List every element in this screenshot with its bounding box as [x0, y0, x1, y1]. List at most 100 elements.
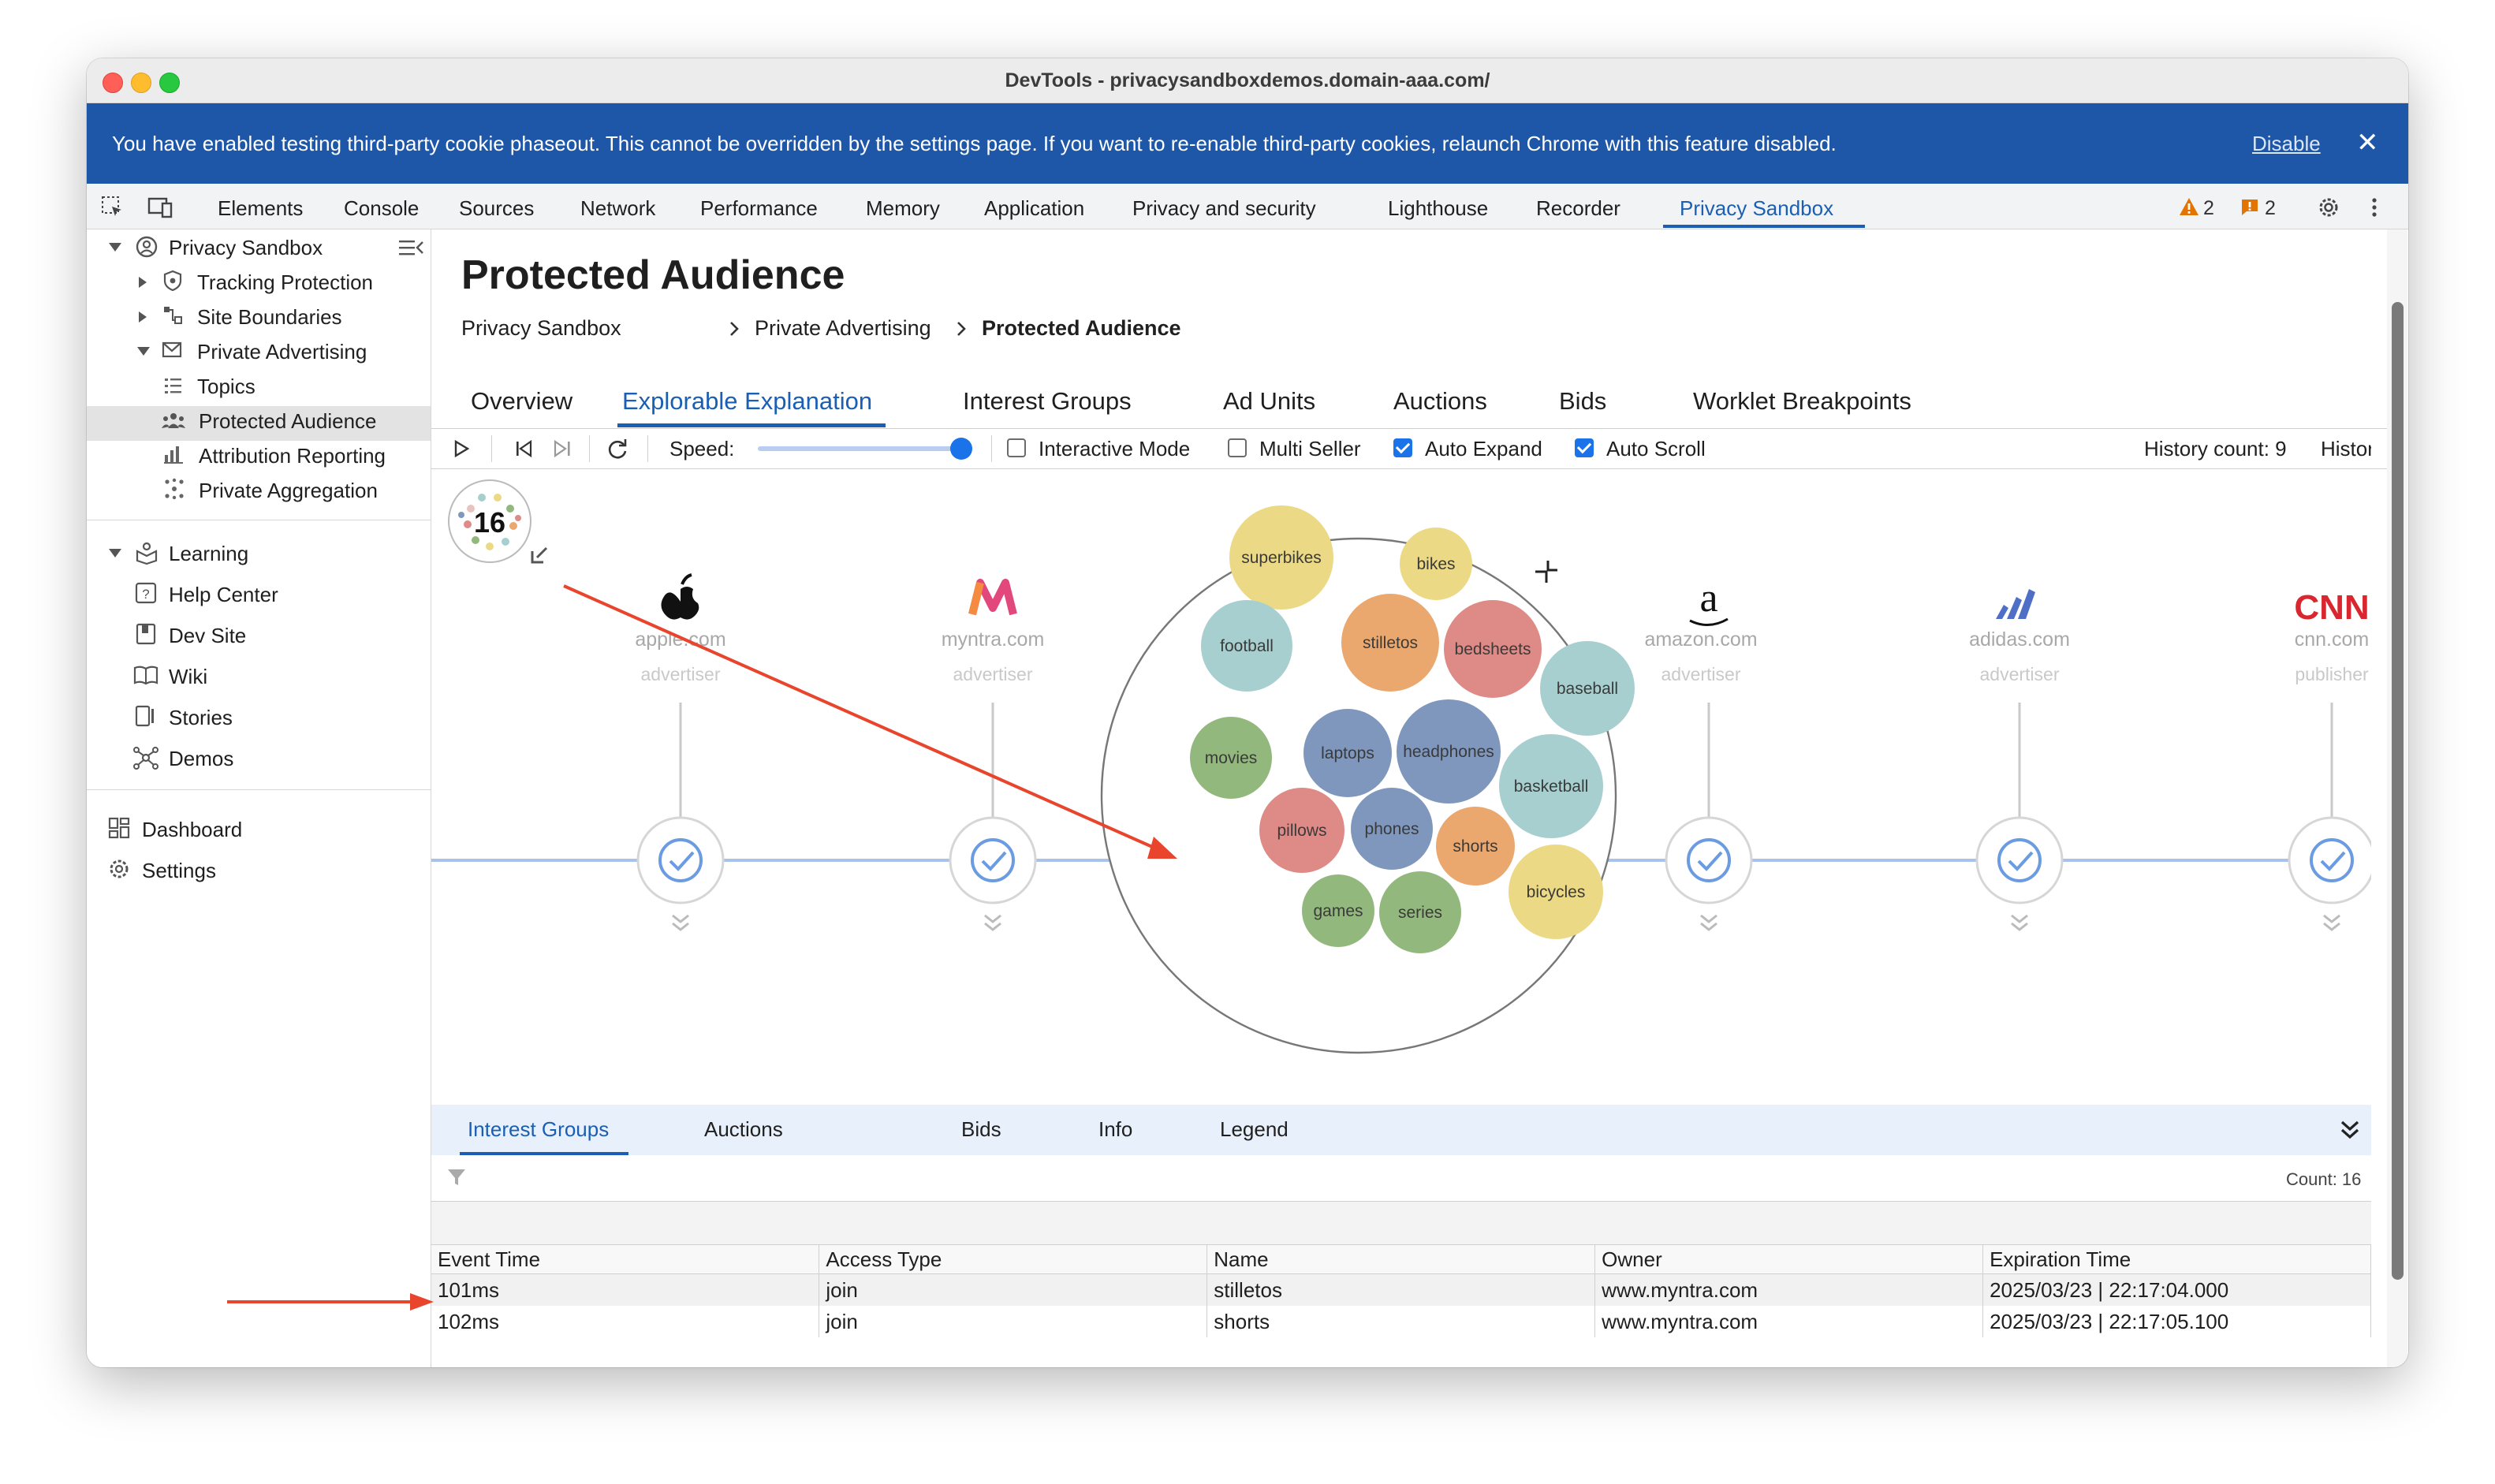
filter-icon[interactable]	[446, 1166, 468, 1188]
sidebar-item-attribution-reporting[interactable]: Attribution Reporting	[199, 444, 386, 468]
disable-link[interactable]: Disable	[2252, 132, 2321, 156]
interest-bubble[interactable]: bicycles	[1509, 845, 1603, 939]
step-back-icon[interactable]	[513, 438, 535, 459]
tab-bids[interactable]: Bids	[1559, 387, 1606, 416]
sidebar-item-dashboard[interactable]: Dashboard	[142, 818, 242, 842]
column-header[interactable]: Expiration Time	[1982, 1245, 2371, 1274]
tab-recorder[interactable]: Recorder	[1536, 196, 1620, 221]
table-row[interactable]: 102ms join shorts www.myntra.com 2025/03…	[431, 1306, 2371, 1337]
issues-count[interactable]: 2	[2265, 197, 2276, 220]
inspect-element-icon[interactable]	[99, 194, 126, 221]
tab-elements[interactable]: Elements	[218, 196, 303, 221]
speed-slider-thumb[interactable]	[950, 438, 972, 460]
sidebar-item-privacy-sandbox[interactable]: Privacy Sandbox	[169, 236, 323, 260]
warning-icon[interactable]	[2178, 196, 2200, 218]
interest-bubble-chart[interactable]: superbikes bikes football stilletos bedsheet…	[1100, 505, 1635, 1054]
scrollbar-thumb[interactable]	[2392, 302, 2404, 1280]
sidebar-item-help-center[interactable]: Help Center	[169, 583, 278, 607]
tab-memory[interactable]: Memory	[866, 196, 940, 221]
interest-bubble[interactable]: movies	[1190, 717, 1272, 799]
sidebar-item-dev-site[interactable]: Dev Site	[169, 624, 246, 648]
interest-bubble[interactable]: phones	[1351, 788, 1433, 870]
collapse-triangle-icon[interactable]	[136, 345, 151, 357]
tab-network[interactable]: Network	[580, 196, 655, 221]
device-toolbar-icon[interactable]	[147, 194, 173, 221]
sidebar-item-private-advertising[interactable]: Private Advertising	[197, 340, 367, 364]
sidebar-item-settings[interactable]: Settings	[142, 859, 216, 883]
sidebar-item-protected-audience[interactable]: Protected Audience	[199, 409, 377, 434]
auto-scroll-label[interactable]: Auto Scroll	[1606, 437, 1706, 461]
tab-sources[interactable]: Sources	[459, 196, 534, 221]
issues-icon[interactable]	[2240, 197, 2260, 218]
site-apple[interactable]: apple.com advertiser	[635, 573, 726, 931]
tab-privacy-and-security[interactable]: Privacy and security	[1132, 196, 1316, 221]
sidebar-item-demos[interactable]: Demos	[169, 747, 233, 771]
reset-icon[interactable]	[605, 437, 630, 462]
warning-count[interactable]: 2	[2203, 197, 2214, 220]
interest-bubble[interactable]: superbikes	[1229, 505, 1333, 610]
tab-privacy-sandbox[interactable]: Privacy Sandbox	[1680, 196, 1833, 221]
tab-worklet-breakpoints[interactable]: Worklet Breakpoints	[1693, 387, 1911, 416]
interest-bubble[interactable]: stilletos	[1341, 594, 1439, 692]
expand-triangle-icon[interactable]	[137, 275, 148, 289]
sidebar-toggle-icon[interactable]	[397, 237, 424, 258]
column-header[interactable]: Name	[1206, 1245, 1596, 1274]
interest-bubble[interactable]: series	[1379, 871, 1461, 953]
site-adidas[interactable]: adidas.com advertiser	[1969, 589, 2070, 931]
tab-overview[interactable]: Overview	[471, 387, 572, 416]
column-header[interactable]: Owner	[1594, 1245, 1984, 1274]
tab-lighthouse[interactable]: Lighthouse	[1388, 196, 1488, 221]
speed-slider-track[interactable]	[758, 446, 964, 451]
interest-bubble[interactable]: shorts	[1436, 807, 1515, 886]
double-chevron-down-icon[interactable]	[2338, 1117, 2362, 1143]
sidebar-item-learning[interactable]: Learning	[169, 542, 248, 566]
site-cnn[interactable]: CNN cnn.com publisher	[2288, 588, 2371, 931]
interest-bubble[interactable]: laptops	[1303, 709, 1392, 797]
bottom-tab-interest-groups[interactable]: Interest Groups	[468, 1117, 609, 1142]
interest-bubble[interactable]: headphones	[1397, 699, 1501, 804]
site-amazon[interactable]: a amazon.com advertiser	[1644, 576, 1758, 931]
interest-bubble[interactable]: bedsheets	[1444, 600, 1542, 698]
interest-bubble[interactable]: basketball	[1499, 734, 1603, 838]
tab-console[interactable]: Console	[344, 196, 419, 221]
interest-bubble[interactable]: games	[1302, 874, 1374, 947]
tab-auctions[interactable]: Auctions	[1393, 387, 1487, 416]
tab-application[interactable]: Application	[984, 196, 1084, 221]
breadcrumb-privacy-sandbox[interactable]: Privacy Sandbox	[461, 316, 621, 341]
auto-scroll-checkbox[interactable]	[1575, 438, 1594, 457]
more-options-icon[interactable]	[2361, 194, 2388, 221]
column-header[interactable]: Access Type	[819, 1245, 1208, 1274]
multi-seller-checkbox[interactable]	[1228, 438, 1247, 457]
tab-explorable-explanation[interactable]: Explorable Explanation	[622, 387, 872, 416]
settings-gear-icon[interactable]	[2315, 194, 2342, 221]
site-myntra[interactable]: myntra.com advertiser	[942, 579, 1045, 931]
sidebar-item-wiki[interactable]: Wiki	[169, 665, 207, 689]
interest-bubble[interactable]: football	[1201, 600, 1292, 692]
expand-icon[interactable]	[531, 546, 548, 564]
collapse-triangle-icon[interactable]	[107, 240, 123, 253]
interest-group-counter[interactable]: 16	[448, 479, 531, 563]
auto-expand-checkbox[interactable]	[1393, 438, 1412, 457]
play-icon[interactable]	[452, 438, 471, 459]
interest-bubble[interactable]: pillows	[1259, 788, 1344, 873]
sidebar-item-stories[interactable]: Stories	[169, 706, 233, 730]
multi-seller-label[interactable]: Multi Seller	[1259, 437, 1361, 461]
tab-interest-groups[interactable]: Interest Groups	[963, 387, 1132, 416]
collapse-icon[interactable]	[1535, 561, 1557, 583]
bottom-tab-legend[interactable]: Legend	[1220, 1117, 1289, 1142]
interactive-mode-checkbox[interactable]	[1007, 438, 1026, 457]
auto-expand-label[interactable]: Auto Expand	[1425, 437, 1542, 461]
sidebar-item-topics[interactable]: Topics	[197, 375, 255, 399]
step-forward-icon[interactable]	[551, 438, 573, 459]
bottom-tab-bids[interactable]: Bids	[961, 1117, 1001, 1142]
bottom-tab-auctions[interactable]: Auctions	[704, 1117, 783, 1142]
interactive-mode-label[interactable]: Interactive Mode	[1039, 437, 1190, 461]
column-header[interactable]: Event Time	[431, 1245, 820, 1274]
tab-performance[interactable]: Performance	[700, 196, 818, 221]
table-row[interactable]: 101ms join stilletos www.myntra.com 2025…	[431, 1273, 2371, 1306]
vertical-scrollbar[interactable]	[2387, 229, 2407, 1367]
breadcrumb-private-advertising[interactable]: Private Advertising	[755, 316, 931, 341]
bottom-tab-info[interactable]: Info	[1098, 1117, 1132, 1142]
tab-ad-units[interactable]: Ad Units	[1223, 387, 1315, 416]
expand-triangle-icon[interactable]	[137, 310, 148, 324]
